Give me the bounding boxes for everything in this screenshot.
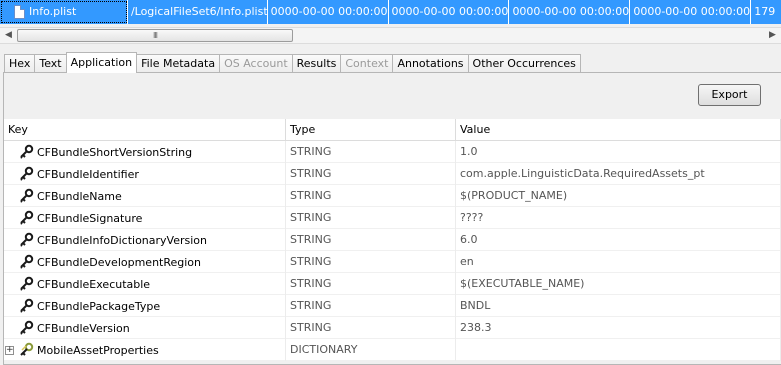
scroll-left-arrow-icon[interactable]: ◀ <box>0 28 17 43</box>
table-row[interactable]: CFBundleShortVersionString STRING 1.0 <box>4 141 781 163</box>
row-value <box>456 339 781 361</box>
export-button[interactable]: Export <box>698 84 761 106</box>
row-type: STRING <box>286 229 456 251</box>
table-row[interactable]: CFBundleDevelopmentRegion STRING en <box>4 251 781 273</box>
row-type: STRING <box>286 273 456 295</box>
tab-file-metadata[interactable]: File Metadata <box>136 54 221 73</box>
row-value: $(PRODUCT_NAME) <box>456 185 781 207</box>
file-path-cell[interactable]: /LogicalFileSet6/Info.plist <box>127 0 268 24</box>
row-type: STRING <box>286 185 456 207</box>
key-icon <box>20 232 34 247</box>
row-type: DICTIONARY <box>286 339 456 361</box>
changed-time-cell[interactable]: 0000-00-00 00:00:00 <box>388 0 510 24</box>
row-type: STRING <box>286 251 456 273</box>
row-value: $(EXECUTABLE_NAME) <box>456 273 781 295</box>
row-type: STRING <box>286 163 456 185</box>
table-row[interactable]: CFBundlePackageType STRING BNDL <box>4 295 781 317</box>
scrollbar-thumb[interactable]: III <box>17 29 293 42</box>
table-header: Key Type Value <box>4 119 781 141</box>
tab-application[interactable]: Application <box>65 52 138 73</box>
row-type: STRING <box>286 207 456 229</box>
row-key: CFBundleExecutable <box>37 277 151 291</box>
tab-hex[interactable]: Hex <box>4 54 36 73</box>
size-cell[interactable]: 179 <box>751 0 781 24</box>
key-icon <box>20 188 34 203</box>
plist-table: Key Type Value CFBundleShortVersionStrin… <box>4 119 781 361</box>
accessed-time-cell[interactable]: 0000-00-00 00:00:00 <box>509 0 631 24</box>
table-row[interactable]: + MobileAssetProperties DICTIONARY <box>4 339 781 361</box>
row-value: 6.0 <box>456 229 781 251</box>
table-row[interactable]: CFBundleExecutable STRING $(EXECUTABLE_N… <box>4 273 781 295</box>
row-key: CFBundleVersion <box>37 321 130 335</box>
key-icon <box>20 254 34 269</box>
row-type: STRING <box>286 295 456 317</box>
row-key: CFBundleSignature <box>37 211 143 225</box>
content-viewer-tabs: Hex Text Application File Metadata OS Ac… <box>4 52 581 73</box>
key-icon <box>20 276 34 291</box>
row-type: STRING <box>286 317 456 339</box>
key-group-icon <box>20 342 34 356</box>
row-value: 1.0 <box>456 141 781 163</box>
row-key: CFBundleInfoDictionaryVersion <box>37 233 207 247</box>
file-name: Info.plist <box>29 5 77 18</box>
column-header-value[interactable]: Value <box>456 119 781 141</box>
document-icon <box>14 5 25 19</box>
tab-os-account: OS Account <box>219 54 293 73</box>
tab-annotations[interactable]: Annotations <box>392 54 469 73</box>
tab-text[interactable]: Text <box>34 54 67 73</box>
tab-results[interactable]: Results <box>291 54 342 73</box>
row-value: BNDL <box>456 295 781 317</box>
scroll-right-arrow-icon[interactable]: ▶ <box>764 28 781 43</box>
row-key: CFBundleShortVersionString <box>37 145 193 159</box>
created-time-cell[interactable]: 0000-00-00 00:00:00 <box>630 0 752 24</box>
row-key: CFBundleDevelopmentRegion <box>37 255 202 269</box>
tab-other-occurrences[interactable]: Other Occurrences <box>467 54 581 73</box>
column-header-key[interactable]: Key <box>4 119 286 141</box>
row-value: en <box>456 251 781 273</box>
row-value: ???? <box>456 207 781 229</box>
key-icon <box>20 320 34 335</box>
row-key: CFBundlePackageType <box>37 299 161 313</box>
table-row[interactable]: CFBundleVersion STRING 238.3 <box>4 317 781 339</box>
table-row[interactable]: CFBundleName STRING $(PRODUCT_NAME) <box>4 185 781 207</box>
key-icon <box>20 298 34 313</box>
table-row[interactable]: CFBundleSignature STRING ???? <box>4 207 781 229</box>
table-row[interactable]: CFBundleInfoDictionaryVersion STRING 6.0 <box>4 229 781 251</box>
table-row[interactable]: CFBundleIdentifier STRING com.apple.Ling… <box>4 163 781 185</box>
column-header-type[interactable]: Type <box>286 119 456 141</box>
key-icon <box>20 210 34 225</box>
tab-context: Context <box>340 54 394 73</box>
row-value: com.apple.LinguisticData.RequiredAssets_… <box>456 163 781 185</box>
file-name-cell[interactable]: Info.plist <box>0 0 128 24</box>
row-key: CFBundleIdentifier <box>37 167 139 181</box>
row-key: CFBundleName <box>37 189 122 203</box>
application-panel: Export Key Type Value CFBundleShortVersi… <box>3 72 781 365</box>
row-key: MobileAssetProperties <box>37 343 159 357</box>
key-icon <box>20 166 34 181</box>
horizontal-scrollbar[interactable]: ◀ III ▶ <box>0 27 781 44</box>
file-list-selected-row[interactable]: Info.plist /LogicalFileSet6/Info.plist 0… <box>0 0 781 24</box>
expand-node-icon[interactable]: + <box>5 345 14 355</box>
row-value: 238.3 <box>456 317 781 339</box>
key-icon <box>20 144 34 159</box>
modified-time-cell[interactable]: 0000-00-00 00:00:00 <box>267 0 389 24</box>
row-type: STRING <box>286 141 456 163</box>
